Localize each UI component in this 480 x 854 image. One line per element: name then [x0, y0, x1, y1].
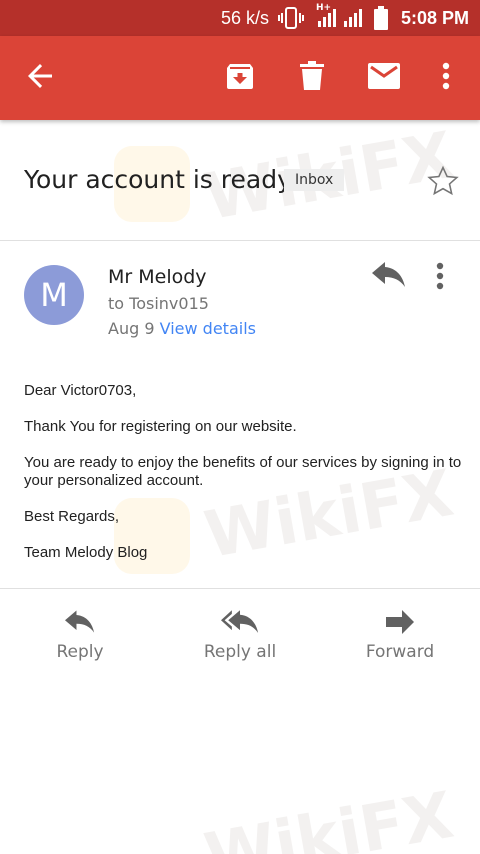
- trash-icon: [299, 61, 325, 95]
- star-icon[interactable]: [426, 164, 460, 202]
- body-line: Thank You for registering on our website…: [24, 418, 297, 435]
- forward-icon: [320, 610, 480, 634]
- date-row: Aug 9 View details: [108, 319, 256, 338]
- body-line: You are ready to enjoy the benefits of o…: [24, 454, 462, 489]
- reply-all-button[interactable]: Reply all: [160, 600, 320, 680]
- divider: [0, 588, 480, 589]
- network-type: H+: [316, 3, 332, 13]
- subject-row: Your account is ready. Inbox: [0, 120, 480, 241]
- archive-icon: [225, 61, 255, 95]
- message-header: M Mr Melody to Tosinv015 Aug 9 View deta…: [0, 242, 480, 352]
- body-greeting: Dear Victor0703,: [24, 382, 137, 399]
- reply-all-icon: [160, 610, 320, 634]
- archive-button[interactable]: [212, 36, 268, 120]
- email-subject: Your account is ready.: [24, 165, 297, 194]
- clock: 5:08 PM: [401, 8, 470, 28]
- back-button[interactable]: [12, 36, 68, 120]
- status-bar: 56 k/s H+ 5:08 PM: [0, 0, 480, 36]
- body-closing: Best Regards,: [24, 508, 120, 525]
- view-details-link[interactable]: View details: [160, 319, 256, 338]
- forward-button[interactable]: Forward: [320, 600, 480, 680]
- message-actions: Reply Reply all Forward: [0, 600, 480, 680]
- watermark-text: WikiFX: [199, 778, 459, 854]
- recipient: to Tosinv015: [108, 294, 209, 313]
- vibrate-icon: [278, 7, 304, 33]
- more-vert-icon: [442, 62, 450, 94]
- more-options-button[interactable]: [418, 36, 474, 120]
- delete-button[interactable]: [284, 36, 340, 120]
- sender-name: Mr Melody: [108, 266, 207, 288]
- reply-icon[interactable]: [372, 262, 406, 292]
- app-toolbar: [0, 36, 480, 120]
- reply-icon: [0, 610, 160, 634]
- label-chip-inbox[interactable]: Inbox: [284, 169, 345, 191]
- arrow-left-icon: [26, 62, 54, 94]
- reply-label: Reply: [56, 642, 104, 662]
- battery-icon: [374, 6, 388, 34]
- avatar[interactable]: M: [24, 265, 84, 325]
- message-date: Aug 9: [108, 319, 155, 338]
- reply-all-label: Reply all: [203, 642, 277, 662]
- network-speed: 56 k/s: [221, 8, 270, 28]
- body-signature: Team Melody Blog: [24, 544, 148, 561]
- message-body: Dear Victor0703, Thank You for registeri…: [24, 382, 464, 580]
- forward-label: Forward: [365, 642, 435, 662]
- reply-button[interactable]: Reply: [0, 600, 160, 680]
- envelope-icon: [368, 63, 400, 93]
- mark-unread-button[interactable]: [356, 36, 412, 120]
- message-more-icon[interactable]: [436, 262, 444, 294]
- signal-icon: H+: [314, 3, 364, 33]
